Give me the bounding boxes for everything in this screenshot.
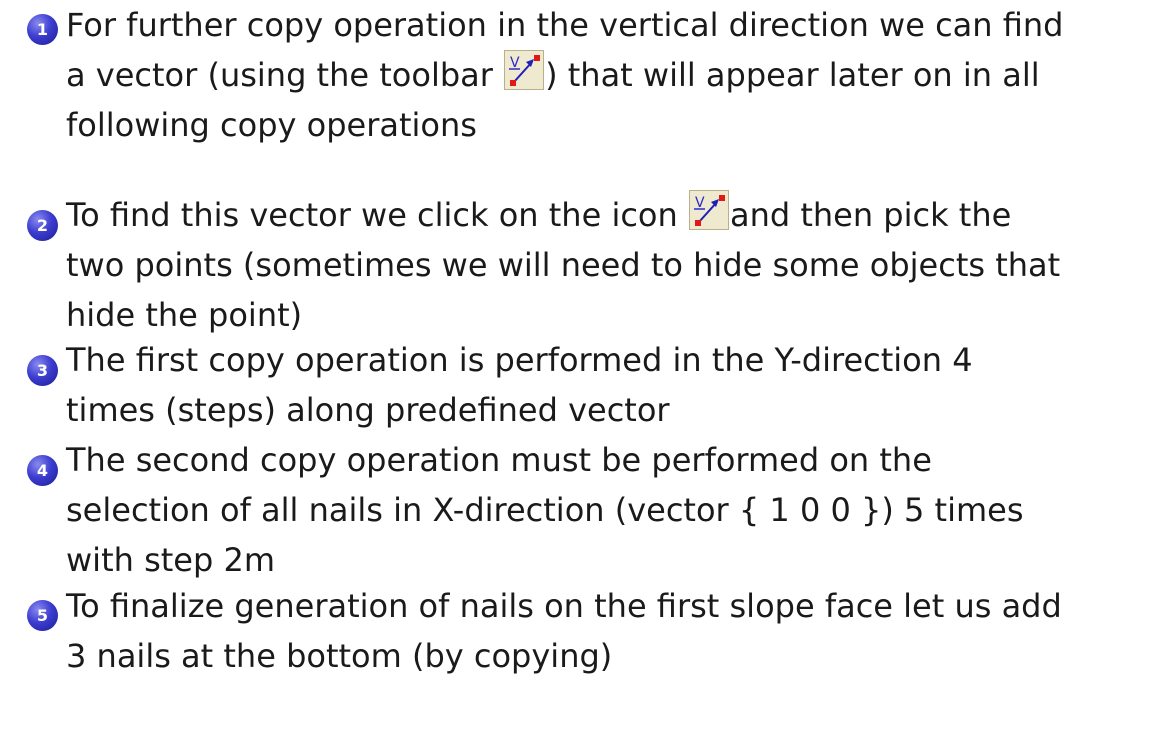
text-segment: following copy operations — [66, 106, 477, 144]
step-text-line: following copy operations — [66, 100, 1158, 150]
text-segment: For further copy operation in the vertic… — [66, 6, 1064, 44]
text-segment: selection of all nails in X-direction (v… — [66, 491, 1024, 529]
text-segment: 3 nails at the bottom (by copying) — [66, 637, 613, 675]
vector-tool-icon[interactable]: V — [504, 50, 545, 90]
text-segment: To finalize generation of nails on the f… — [66, 587, 1062, 625]
text-segment: To find this vector we click on the icon — [66, 196, 688, 234]
step-text-line: hide the point) — [66, 290, 1158, 340]
step-text: The first copy operation is performed in… — [66, 335, 1158, 435]
step-text-line: The first copy operation is performed in… — [66, 335, 1158, 385]
step-number-badge: 1 — [27, 14, 58, 45]
text-segment: times (steps) along predefined vector — [66, 391, 670, 429]
vector-tool-icon[interactable]: V — [688, 190, 729, 230]
text-segment: The second copy operation must be perfor… — [66, 441, 932, 479]
text-segment: The first copy operation is performed in… — [66, 341, 973, 379]
text-segment: ) that will appear later on in all — [545, 56, 1040, 94]
step-text-line: times (steps) along predefined vector — [66, 385, 1158, 435]
step-text-line: two points (sometimes we will need to hi… — [66, 240, 1158, 290]
step-text-line: For further copy operation in the vertic… — [66, 0, 1158, 50]
step-text-line: a vector (using the toolbar V) that will… — [66, 50, 1158, 100]
step-number-badge: 2 — [27, 210, 58, 241]
text-segment: two points (sometimes we will need to hi… — [66, 246, 1061, 284]
text-segment: and then pick the — [729, 196, 1012, 234]
step-text-line: with step 2m — [66, 535, 1158, 585]
step-text-line: The second copy operation must be perfor… — [66, 435, 1158, 485]
step-text: To find this vector we click on the icon… — [66, 190, 1158, 340]
slide-page: 1 For further copy operation in the verti… — [0, 0, 1168, 751]
text-segment: hide the point) — [66, 296, 303, 334]
step-text-line: 3 nails at the bottom (by copying) — [66, 631, 1158, 681]
step-text-line: To find this vector we click on the icon… — [66, 190, 1158, 240]
step-text-line: To finalize generation of nails on the f… — [66, 581, 1158, 631]
step-number-badge: 4 — [27, 455, 58, 486]
step-number-badge: 5 — [27, 600, 58, 631]
text-segment: with step 2m — [66, 541, 275, 579]
step-number-badge: 3 — [27, 355, 58, 386]
step-text: For further copy operation in the vertic… — [66, 0, 1158, 150]
step-text: To finalize generation of nails on the f… — [66, 581, 1158, 681]
step-text-line: selection of all nails in X-direction (v… — [66, 485, 1158, 535]
step-text: The second copy operation must be perfor… — [66, 435, 1158, 585]
text-segment: a vector (using the toolbar — [66, 56, 504, 94]
